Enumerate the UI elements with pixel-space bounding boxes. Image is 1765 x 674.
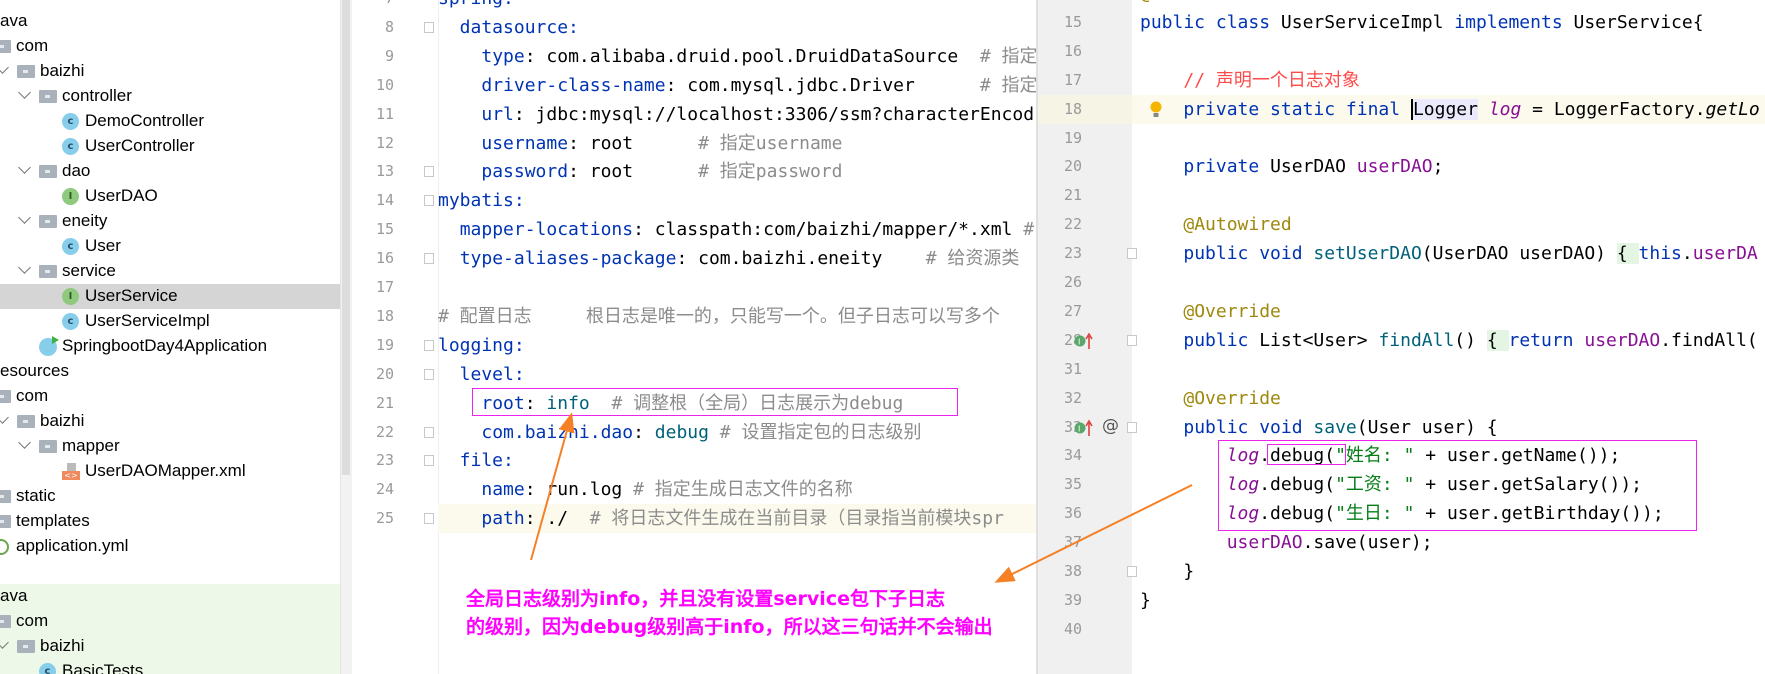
arrow-to-root-level bbox=[530, 412, 575, 561]
annotation-text-line1: 全局日志级别为info，并且没有设置service包下子日志 bbox=[466, 588, 945, 610]
arrow-to-debug-calls bbox=[994, 484, 1193, 583]
annotation-text-line2: 的级别，因为debug级别高于info，所以这三句话并不会输出 bbox=[466, 616, 993, 638]
annotation-arrows bbox=[530, 412, 1193, 583]
